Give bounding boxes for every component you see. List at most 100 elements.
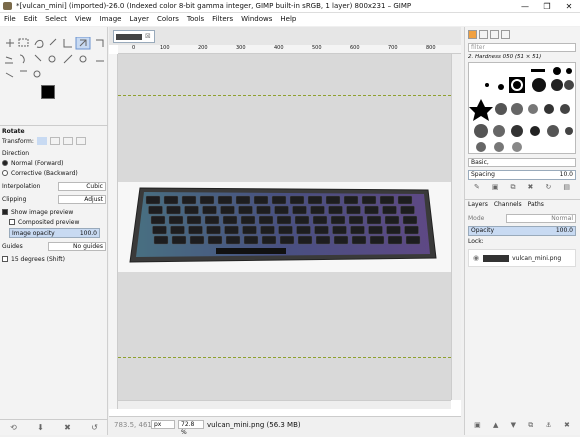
keycap <box>148 205 163 215</box>
open-brush-icon[interactable]: ▤ <box>563 183 570 193</box>
minimize-button[interactable]: — <box>514 0 536 13</box>
radio-normal[interactable] <box>2 160 8 166</box>
transform-image-icon[interactable] <box>75 137 86 145</box>
save-options-icon[interactable]: ⟲ <box>10 423 17 432</box>
keycap <box>153 235 169 245</box>
keycap <box>369 235 385 245</box>
brush-grid[interactable] <box>468 62 576 154</box>
image-tab-close-icon[interactable]: ⊠ <box>145 32 151 40</box>
menu-layer[interactable]: Layer <box>125 13 153 26</box>
show-preview-label: Show image preview <box>11 208 74 216</box>
zoom-select[interactable]: 72.8 % <box>178 420 204 436</box>
fonts-tab-icon[interactable] <box>490 30 499 39</box>
show-preview-checkbox[interactable] <box>2 209 8 215</box>
menu-image[interactable]: Image <box>96 13 126 26</box>
clipping-select[interactable]: Adjust <box>58 194 106 204</box>
brush-preset-field[interactable]: Basic, <box>468 158 576 167</box>
document-history-tab-icon[interactable] <box>501 30 510 39</box>
keycap <box>312 215 328 225</box>
layer-row[interactable]: ◉ vulcan_mini.png <box>468 249 576 267</box>
tool-grid <box>2 36 106 81</box>
menu-windows[interactable]: Windows <box>237 13 276 26</box>
guides-select[interactable]: No guides <box>48 241 106 251</box>
refresh-brush-icon[interactable]: ↻ <box>545 183 551 193</box>
menu-edit[interactable]: Edit <box>20 13 42 26</box>
reset-options-icon[interactable]: ↺ <box>91 423 98 432</box>
patterns-tab-icon[interactable] <box>479 30 488 39</box>
delete-layer-icon[interactable]: ✖ <box>564 421 570 431</box>
layer-visibility-eye-icon[interactable]: ◉ <box>473 254 479 262</box>
keycap <box>350 225 365 235</box>
airbrush-icon <box>48 55 56 63</box>
transform-path-icon[interactable] <box>62 137 73 145</box>
keycap <box>170 225 185 235</box>
new-brush-icon[interactable]: ▣ <box>492 183 499 193</box>
menu-file[interactable]: File <box>0 13 20 26</box>
fuzzy-select-icon <box>49 38 57 46</box>
brush-thumbnails <box>469 67 574 152</box>
edit-brush-icon[interactable]: ✎ <box>474 183 480 193</box>
keycap <box>242 225 257 235</box>
duplicate-brush-icon[interactable]: ⧉ <box>511 183 516 193</box>
image-tab[interactable]: ⊠ <box>113 30 155 43</box>
keycap <box>404 225 419 235</box>
degrees-label: 15 degrees (Shift) <box>11 255 65 263</box>
vertical-ruler[interactable] <box>109 54 118 409</box>
anchor-layer-icon[interactable]: ⚓ <box>545 421 551 431</box>
menu-select[interactable]: Select <box>41 13 71 26</box>
image-opacity-slider[interactable]: Image opacity 100.0 <box>9 228 100 238</box>
transform-layer-icon[interactable] <box>36 137 47 145</box>
layers-tab-row: Layers Channels Paths <box>465 199 580 209</box>
maximize-button[interactable]: ❐ <box>536 0 558 13</box>
mode-select[interactable]: Normal <box>506 214 576 223</box>
horizontal-ruler[interactable]: 0 100 200 300 400 500 600 700 800 <box>118 45 461 54</box>
warp-icon <box>96 39 104 47</box>
layer-opacity-slider[interactable]: Opacity 100.0 <box>468 226 576 236</box>
radio-corrective[interactable] <box>2 170 8 176</box>
lower-layer-icon[interactable]: ▼ <box>511 421 516 431</box>
menu-help[interactable]: Help <box>276 13 300 26</box>
keycap <box>333 235 349 245</box>
eraser-icon <box>34 54 42 62</box>
unit-select[interactable]: px <box>151 420 175 429</box>
keycap <box>204 215 220 225</box>
keycap <box>368 225 383 235</box>
menu-bar: File Edit Select View Image Layer Colors Tools F… <box>0 13 580 26</box>
guide-top <box>118 95 451 96</box>
keycap <box>171 235 187 245</box>
restore-options-icon[interactable]: ⬇ <box>37 423 44 432</box>
brush-filter-input[interactable]: filter <box>468 43 576 52</box>
brushes-tab-icon[interactable] <box>468 30 477 39</box>
foreground-color[interactable] <box>41 85 55 99</box>
tab-layers[interactable]: Layers <box>468 201 488 208</box>
menu-colors[interactable]: Colors <box>153 13 183 26</box>
keycap <box>294 215 310 225</box>
close-button[interactable]: ✕ <box>558 0 580 13</box>
menu-filters[interactable]: Filters <box>208 13 237 26</box>
tab-paths[interactable]: Paths <box>528 201 544 208</box>
horizontal-scrollbar[interactable] <box>118 400 451 409</box>
menu-view[interactable]: View <box>71 13 96 26</box>
transform-selection-icon[interactable] <box>49 137 60 145</box>
raise-layer-icon[interactable]: ▲ <box>493 421 498 431</box>
keycap <box>330 215 346 225</box>
clone-icon <box>79 55 87 63</box>
interpolation-select[interactable]: Cubic <box>58 181 106 191</box>
keycap <box>310 205 325 215</box>
new-layer-icon[interactable]: ▣ <box>474 421 481 431</box>
spacing-slider[interactable]: Spacing 10.0 <box>468 170 576 180</box>
image-layer[interactable] <box>118 182 451 272</box>
delete-options-icon[interactable]: ✖ <box>64 423 71 432</box>
canvas-viewport[interactable] <box>118 54 451 400</box>
tool-icons[interactable] <box>2 36 106 81</box>
degrees-checkbox[interactable] <box>2 256 8 262</box>
menu-tools[interactable]: Tools <box>183 13 208 26</box>
direction-normal-label: Normal (Forward) <box>11 159 64 167</box>
path-tool-icon <box>5 72 14 78</box>
delete-brush-icon[interactable]: ✖ <box>528 183 534 193</box>
vertical-scrollbar[interactable] <box>451 54 461 400</box>
duplicate-layer-icon[interactable]: ⧉ <box>528 421 533 431</box>
composited-preview-checkbox[interactable] <box>9 219 15 225</box>
tab-channels[interactable]: Channels <box>494 201 522 208</box>
ruler-mark: 600 <box>350 45 360 51</box>
